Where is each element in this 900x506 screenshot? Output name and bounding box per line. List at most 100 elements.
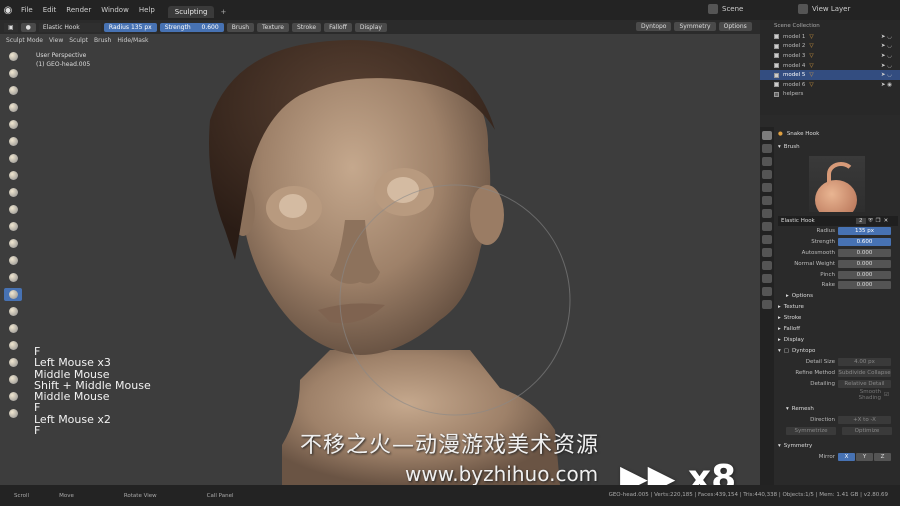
mirror-x-toggle[interactable]: X [838, 452, 855, 461]
menu-help[interactable]: Help [134, 6, 160, 14]
visibility-icons[interactable]: ➤ ◡ [881, 63, 892, 69]
add-workspace-button[interactable]: + [214, 6, 232, 18]
3d-viewport[interactable]: ▣ ● Elastic Hook Radius 135 px Strength 0… [0, 20, 760, 485]
particles-tab-icon[interactable] [762, 235, 772, 244]
view-layer-selector[interactable]: View Layer [798, 4, 850, 14]
crease-brush-icon[interactable] [4, 169, 22, 182]
menu-view[interactable]: View [49, 37, 63, 44]
outliner-item-model-2[interactable]: model 2 ▽ ➤ ◡ [760, 42, 900, 52]
visibility-icons[interactable]: ➤ ◡ [881, 53, 892, 59]
scene-selector[interactable]: Scene [708, 4, 743, 14]
smooth-shading-checkbox[interactable]: ☑ [884, 392, 889, 398]
mode-selector[interactable]: Sculpt Mode [6, 37, 43, 44]
checkbox[interactable] [774, 82, 779, 88]
radius-field[interactable]: Radius 135 px [103, 22, 157, 32]
dyntopo-panel[interactable]: ▾ ▢ Dyntopo [778, 346, 898, 357]
menu-brush[interactable]: Brush [226, 22, 255, 32]
checkbox[interactable] [774, 72, 779, 78]
radius-prop-field[interactable]: 135 px [838, 227, 891, 236]
visibility-icons[interactable]: ➤ ◡ [881, 43, 892, 49]
outliner-item-model-1[interactable]: model 1 ▽ ➤ ◡ [760, 32, 900, 42]
outliner-item-model-5[interactable]: model 5 ▽ ➤ ◡ [760, 70, 900, 80]
menu-texture[interactable]: Texture [257, 22, 289, 32]
checkbox[interactable] [774, 34, 779, 40]
outliner-item-model-6[interactable]: model 6 ▽ ➤ ◉ [760, 80, 900, 90]
menu-display[interactable]: Display [354, 22, 387, 32]
menu-edit[interactable]: Edit [38, 6, 62, 14]
data-tab-icon[interactable] [762, 274, 772, 283]
box-hide-icon[interactable] [4, 390, 22, 403]
flatten-brush-icon[interactable] [4, 203, 22, 216]
material-tab-icon[interactable] [762, 287, 772, 296]
tab-sculpting[interactable]: Sculpting [167, 6, 215, 18]
snake-hook-brush-icon[interactable] [4, 288, 22, 301]
brush-thumbnail[interactable] [809, 156, 865, 212]
autosmooth-field[interactable]: 0.000 [838, 248, 891, 257]
scene-tab-icon[interactable] [762, 183, 772, 192]
menu-hide-mask[interactable]: Hide/Mask [117, 37, 148, 44]
texture-panel[interactable]: ▸ Texture [778, 302, 898, 313]
draw-brush-icon[interactable] [4, 50, 22, 63]
blob-brush-icon[interactable] [4, 152, 22, 165]
mirror-y-toggle[interactable]: Y [856, 452, 873, 461]
brush-datablock[interactable]: Elastic Hook 2 ⛨ ❐ ✕ [778, 216, 898, 226]
output-tab-icon[interactable] [762, 157, 772, 166]
world-tab-icon[interactable] [762, 196, 772, 205]
constraints-tab-icon[interactable] [762, 261, 772, 270]
pinch-brush-icon[interactable] [4, 254, 22, 267]
pinch-field[interactable]: 0.000 [838, 270, 891, 279]
render-tab-icon[interactable] [762, 144, 772, 153]
inflate-brush-icon[interactable] [4, 135, 22, 148]
mirror-z-toggle[interactable]: Z [874, 452, 891, 461]
checkbox[interactable] [774, 91, 779, 97]
layer-brush-icon[interactable] [4, 118, 22, 131]
blender-logo-icon[interactable]: ◉ [0, 5, 16, 16]
refine-method-select[interactable]: Subdivide Collapse [838, 368, 891, 377]
view-layer-tab-icon[interactable] [762, 170, 772, 179]
outliner-item-model-4[interactable]: model 4 ▽ ➤ ◡ [760, 61, 900, 71]
falloff-panel[interactable]: ▸ Falloff [778, 324, 898, 335]
dyntopo-checkbox[interactable]: ▢ [784, 348, 789, 354]
mask-brush-icon[interactable] [4, 356, 22, 369]
remesh-subpanel[interactable]: ▾ Remesh [778, 404, 898, 415]
outliner-item-helpers[interactable]: helpers [760, 90, 900, 100]
menu-sculpt[interactable]: Sculpt [69, 37, 88, 44]
strength-prop-field[interactable]: 0.600 [838, 238, 891, 247]
stroke-panel[interactable]: ▸ Stroke [778, 313, 898, 324]
brush-name-field[interactable]: Elastic Hook [38, 22, 101, 32]
draw-sharp-brush-icon[interactable] [4, 67, 22, 80]
thumb-brush-icon[interactable] [4, 305, 22, 318]
menu-brush-2[interactable]: Brush [94, 37, 111, 44]
outliner-collection[interactable]: Scene Collection [760, 20, 900, 32]
menu-file[interactable]: File [16, 6, 38, 14]
visibility-icons[interactable]: ➤ ◉ [881, 82, 892, 88]
box-mask-icon[interactable] [4, 373, 22, 386]
options-menu[interactable]: Options [718, 22, 752, 31]
copy-icon[interactable]: ❐ [876, 218, 881, 224]
clay-brush-icon[interactable] [4, 84, 22, 97]
editor-type-icon[interactable]: ▣ [4, 22, 18, 32]
grab-brush-icon[interactable] [4, 271, 22, 284]
texture-tab-icon[interactable] [762, 300, 772, 309]
checkbox[interactable] [774, 63, 779, 69]
menu-stroke[interactable]: Stroke [291, 22, 322, 32]
symmetry-menu[interactable]: Symmetry [674, 22, 716, 31]
checkbox[interactable] [774, 53, 779, 59]
nudge-brush-icon[interactable] [4, 322, 22, 335]
dyntopo-menu[interactable]: Dyntopo [636, 22, 672, 31]
rotate-brush-icon[interactable] [4, 339, 22, 352]
smooth-brush-icon[interactable] [4, 186, 22, 199]
symmetrize-button[interactable]: Symmetrize [786, 427, 836, 436]
clay-strips-brush-icon[interactable] [4, 101, 22, 114]
rake-field[interactable]: 0.000 [838, 281, 891, 290]
menu-render[interactable]: Render [61, 6, 96, 14]
outliner-item-model-3[interactable]: model 3 ▽ ➤ ◡ [760, 51, 900, 61]
strength-field[interactable]: Strength 0.600 [159, 22, 224, 32]
checkbox[interactable] [774, 43, 779, 49]
close-icon[interactable]: ✕ [884, 218, 889, 224]
detailing-select[interactable]: Relative Detail [838, 379, 891, 388]
menu-window[interactable]: Window [96, 6, 134, 14]
fake-user-icon[interactable]: ⛨ [869, 218, 873, 225]
detail-size-field[interactable]: 4.00 px [838, 358, 891, 367]
options-subpanel[interactable]: ▸ Options [778, 291, 898, 302]
